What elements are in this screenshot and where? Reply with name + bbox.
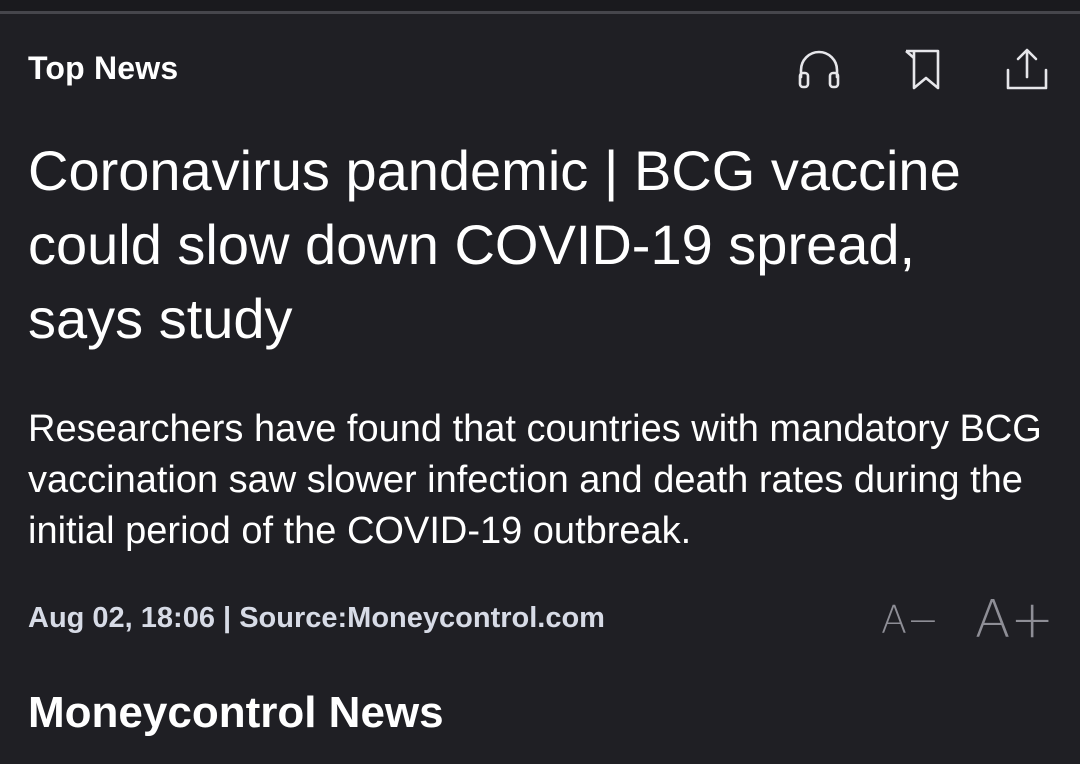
font-size-controls: A− A+ [881, 590, 1054, 650]
top-divider [0, 0, 1080, 14]
listen-button[interactable] [794, 44, 844, 94]
article-summary: Researchers have found that countries wi… [28, 408, 1042, 552]
share-button[interactable] [1002, 44, 1052, 94]
article-meta: Aug 02, 18:06 | Source:Moneycontrol.com [28, 602, 605, 634]
article-toolbar [794, 44, 1052, 94]
headphones-icon [798, 50, 840, 89]
section-label: Top News [28, 50, 179, 86]
article-headline: Coronavirus pandemic | BCG vaccine could… [28, 139, 961, 350]
bookmark-button[interactable] [898, 44, 948, 94]
article-author: Moneycontrol News [28, 688, 444, 737]
decrease-font-button[interactable]: A− [881, 590, 939, 650]
bookmark-icon [905, 49, 940, 90]
increase-font-button[interactable]: A+ [975, 590, 1054, 650]
share-icon [1006, 48, 1048, 90]
